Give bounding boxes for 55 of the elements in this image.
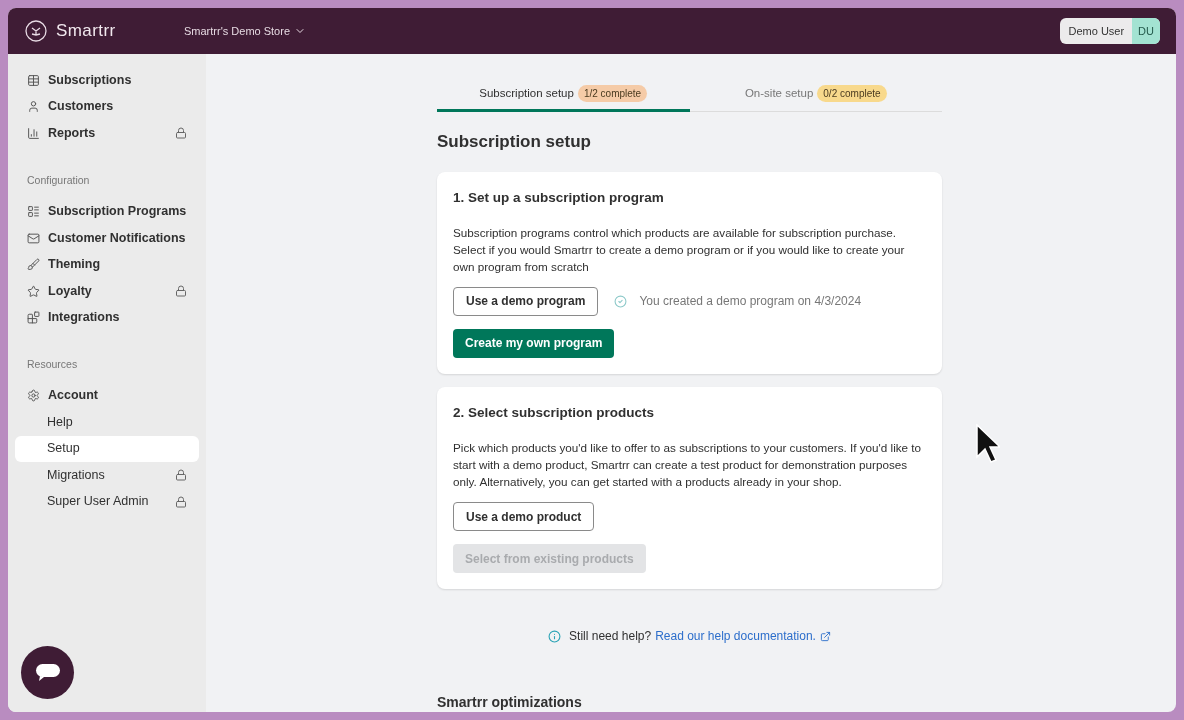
sidebar-item[interactable]: Subscriptions (15, 67, 199, 94)
action-button[interactable]: Create my own program (453, 328, 615, 358)
chat-bubble-icon (34, 661, 61, 684)
store-selector[interactable]: Smartrr's Demo Store (184, 22, 306, 40)
action-button[interactable]: Use a demo program (453, 286, 599, 316)
progress-badge: 0/2 complete (817, 85, 887, 102)
card-title: 2. Select subscription products (453, 403, 656, 422)
chat-button[interactable] (21, 646, 74, 699)
setup-tab[interactable]: On-site setup 0/2 complete (689, 78, 942, 112)
blocks-icon (27, 311, 40, 324)
section-heading: Smartrr optimizations (437, 693, 583, 712)
sidebar-item[interactable]: Integrations (15, 304, 199, 331)
sidebar-item[interactable]: Help (15, 409, 199, 436)
status-note: You created a demo program on 4/3/2024 (639, 293, 862, 311)
sidebar-item[interactable]: Super User Admin (15, 488, 199, 515)
info-icon (548, 629, 562, 643)
table-icon (27, 73, 40, 87)
sidebar-item[interactable]: Setup (15, 435, 199, 462)
setup-tab[interactable]: Subscription setup 1/2 complete (437, 78, 690, 112)
sidebar-item[interactable]: Reports (15, 120, 199, 147)
user-initials: DU (1132, 18, 1160, 44)
lock-icon (175, 285, 187, 297)
logo-icon (24, 19, 48, 43)
sidebar-item[interactable]: Customers (15, 93, 199, 120)
sidebar-item[interactable]: Theming (15, 251, 199, 278)
sidebar-item[interactable]: Subscription Programs (15, 198, 199, 225)
page-heading: Subscription setup (437, 131, 592, 153)
bar-chart-icon (27, 126, 40, 140)
card-title: 1. Set up a subscription program (453, 188, 665, 207)
card-description: Pick which products you'd like to offer to as subscriptions to your customers. If you'd like to start with a demo product, Smartrr can create a test product for demonstration purposes only. Alternatively, you can get started with a products already in your shop. (453, 440, 923, 490)
section-title: Resources (26, 356, 79, 372)
progress-badge: 1/2 complete (577, 85, 648, 102)
person-icon (27, 100, 40, 114)
sidebar-item[interactable]: Migrations (15, 462, 199, 489)
settings-icon (27, 389, 40, 403)
envelope-icon (27, 231, 40, 245)
brand-name: Smartrr (56, 20, 117, 43)
lock-icon (175, 495, 187, 508)
lock-icon (175, 469, 187, 482)
sidebar-item[interactable]: Account (15, 382, 199, 409)
card-description: Subscription programs control which products are available for subscription purchase. Select if you would Smartrr to create a demo program or if you would like to create your own program from scratch (453, 224, 906, 275)
star-icon (27, 284, 40, 298)
sidebar-item[interactable]: Customer Notifications (15, 224, 199, 252)
action-button[interactable]: Use a demo product (453, 502, 595, 531)
brush-icon (27, 258, 40, 271)
mouse-pointer-icon (976, 424, 1000, 464)
help-text: Still need help? (569, 628, 652, 645)
external-link-icon (819, 630, 831, 642)
sidebar-item[interactable]: Loyalty (15, 277, 199, 305)
help-link[interactable]: Read our help documentation. (655, 627, 816, 645)
check-circle-icon (614, 294, 628, 308)
user-menu[interactable]: Demo User DU (1060, 18, 1160, 44)
lock-icon (175, 127, 187, 140)
section-title: Configuration (26, 172, 91, 188)
list-icon (27, 205, 40, 218)
